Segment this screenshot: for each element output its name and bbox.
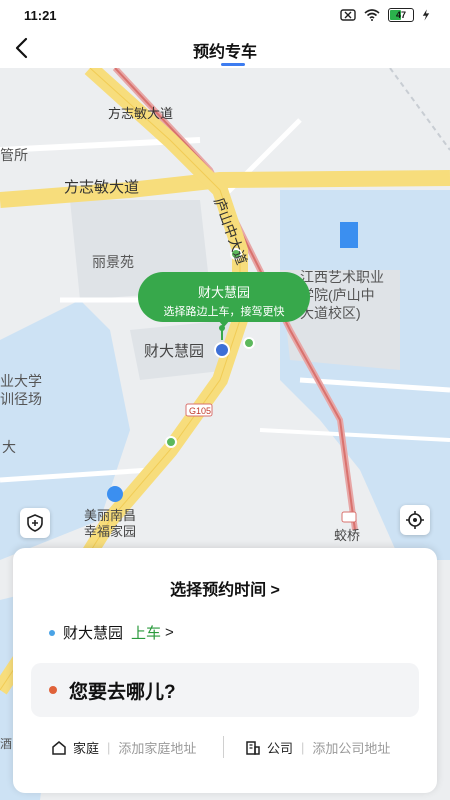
label-fzm-main: 方志敏大道 (64, 179, 139, 196)
charging-icon (422, 9, 430, 21)
label-univ-1: 业大学 (0, 373, 42, 389)
label-jiu: 酒 (0, 737, 12, 751)
bubble-subtitle: 选择路边上车，接驾更快 (163, 306, 285, 318)
label-univ-2: 训径场 (0, 391, 42, 407)
home-label: 家庭 (73, 741, 100, 756)
pickup-row[interactable]: 财大慧园 上车 > (49, 622, 174, 643)
battery-icon: 47 (388, 8, 414, 22)
label-meili-1: 美丽南昌 (84, 508, 136, 523)
label-da: 大 (2, 439, 16, 455)
home-hint: 添加家庭地址 (118, 741, 197, 756)
status-bar: 11:21 47 (0, 0, 450, 30)
label-caidahuiyuan: 财大慧园 (144, 343, 204, 360)
locate-target-icon (406, 511, 424, 529)
pickup-dot (49, 629, 55, 636)
label-jiaoqiao: 蛟桥 (334, 528, 360, 543)
company-label: 公司 (267, 741, 294, 756)
address-shortcuts: 家庭 | 添加家庭地址 公司 | 添加公司地址 (13, 734, 437, 764)
label-g105: G105 (189, 406, 211, 416)
battery-level: 47 (395, 10, 406, 20)
bubble-tail (218, 320, 230, 327)
shortcut-divider (223, 736, 224, 758)
label-fzm-top: 方志敏大道 (108, 106, 173, 121)
sim-off-icon (340, 9, 356, 21)
shield-plus-icon (27, 514, 43, 532)
pickup-name: 财大慧园 (63, 625, 124, 642)
destination-prompt: 您要去哪儿? (69, 681, 176, 703)
label-lijingyuan: 丽景苑 (92, 254, 134, 270)
booking-sheet: 选择预约时间 > 财大慧园 上车 > 您要去哪儿? 家庭 | 添加家庭地址 公司… (13, 548, 437, 793)
select-time-button[interactable]: 选择预约时间 > (13, 576, 437, 600)
safety-button[interactable] (20, 508, 50, 538)
label-meili-2: 幸福家园 (84, 524, 136, 539)
home-shortcut[interactable]: 家庭 | 添加家庭地址 (51, 738, 196, 757)
company-separator: | (301, 740, 305, 755)
status-icons: 47 (340, 8, 430, 22)
company-shortcut[interactable]: 公司 | 添加公司地址 (245, 738, 390, 757)
wifi-icon (364, 9, 380, 21)
locate-button[interactable] (400, 505, 430, 535)
title-indicator (221, 63, 245, 66)
map-building-blue (340, 222, 358, 248)
home-separator: | (107, 740, 111, 755)
bubble-title: 财大慧园 (197, 285, 250, 300)
building-icon (246, 740, 260, 755)
destination-input[interactable]: 您要去哪儿? (31, 663, 419, 717)
nav-bar: 预约专车 (0, 30, 450, 68)
status-time: 11:21 (24, 8, 57, 23)
label-yusuo: 管所 (0, 147, 28, 163)
label-art-1: 江西艺术职业 (300, 269, 384, 285)
label-art-2: 学院(庐山中 (300, 287, 375, 303)
page-title: 预约专车 (192, 44, 257, 61)
pickup-bubble[interactable]: 财大慧园 选择路边上车，接驾更快 (138, 272, 310, 322)
destination-dot (49, 686, 57, 694)
company-hint: 添加公司地址 (312, 741, 391, 756)
pickup-action: 上车 (131, 625, 162, 642)
home-icon (52, 740, 66, 755)
pickup-chevron: > (165, 624, 174, 641)
